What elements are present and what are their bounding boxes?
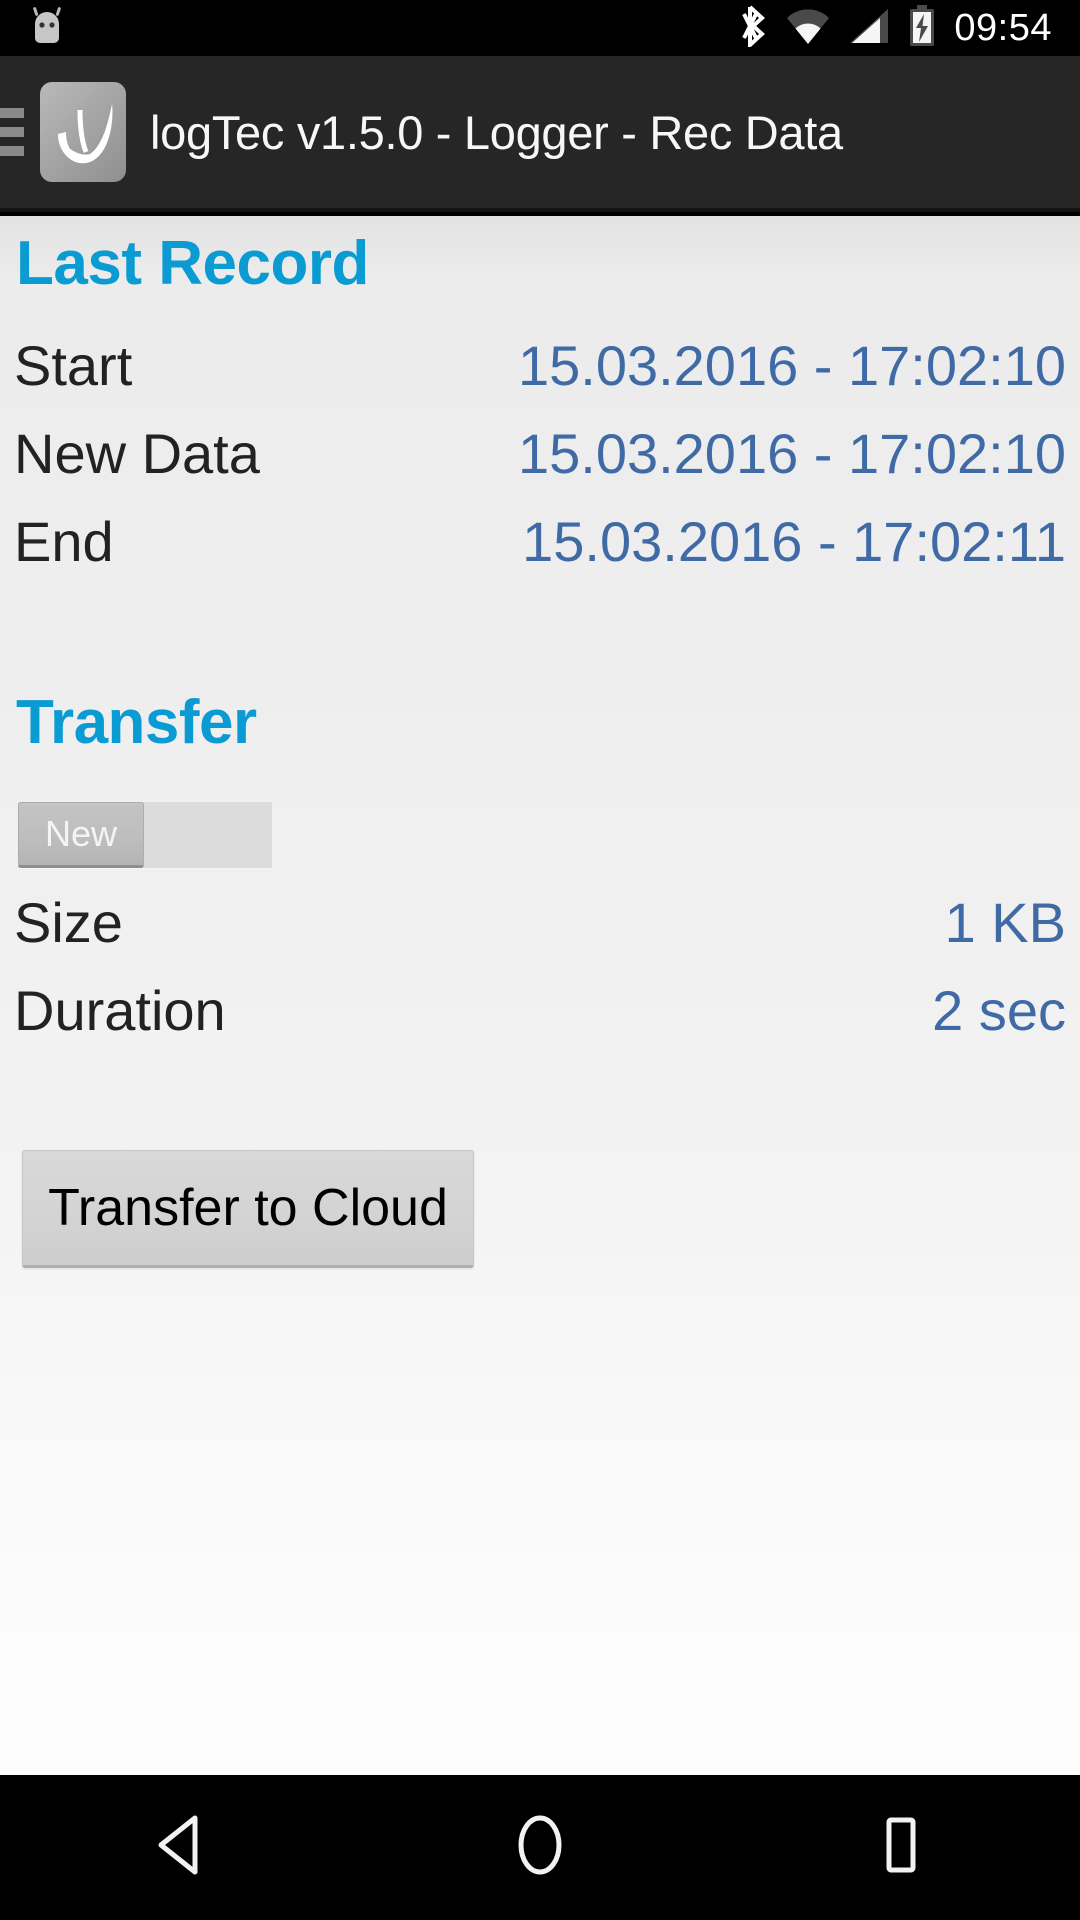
row-value-start: 15.03.2016 - 17:02:10 — [517, 334, 1066, 397]
action-bar: logTec v1.5.0 - Logger - Rec Data — [0, 56, 1080, 212]
cellular-signal-icon — [848, 7, 890, 50]
row-label-start: Start — [14, 334, 133, 397]
table-row: New Data 15.03.2016 - 17:02:10 — [0, 421, 1080, 509]
row-value-end: 15.03.2016 - 17:02:11 — [522, 510, 1066, 573]
phone-screen: 09:54 logTec v1.5.0 - Logger - Rec Data … — [0, 0, 1080, 1920]
row-value-size: 1 KB — [944, 891, 1066, 954]
page-title: logTec v1.5.0 - Logger - Rec Data — [150, 105, 843, 159]
hamburger-menu-icon[interactable] — [0, 102, 24, 162]
android-robot-icon — [28, 6, 66, 51]
toggle-option-new[interactable]: New — [18, 802, 144, 868]
row-label-duration: Duration — [14, 979, 226, 1042]
transfer-to-cloud-button[interactable]: Transfer to Cloud — [22, 1150, 474, 1268]
nav-back-button[interactable] — [80, 1775, 280, 1920]
wifi-icon — [786, 7, 830, 50]
status-bar: 09:54 — [0, 0, 1080, 56]
nav-home-button[interactable] — [440, 1775, 640, 1920]
logtec-app-icon[interactable] — [40, 82, 126, 182]
back-triangle-icon — [151, 1814, 209, 1881]
table-row: Size 1 KB — [0, 890, 1080, 978]
row-value-duration: 2 sec — [932, 979, 1066, 1042]
status-bar-clock: 09:54 — [954, 6, 1052, 49]
status-bar-notifications — [0, 6, 120, 51]
table-row: Duration 2 sec — [0, 978, 1080, 1066]
bluetooth-icon — [742, 5, 768, 52]
home-circle-icon — [511, 1814, 569, 1881]
status-bar-icons: 09:54 — [742, 4, 1080, 52]
battery-charging-icon — [908, 4, 936, 52]
table-row: Start 15.03.2016 - 17:02:10 — [0, 333, 1080, 421]
row-value-new-data: 15.03.2016 - 17:02:10 — [517, 422, 1066, 485]
recents-square-icon — [871, 1814, 929, 1881]
section-title-last-record: Last Record — [16, 229, 369, 298]
system-navigation-bar — [0, 1775, 1080, 1920]
transfer-mode-toggle-group[interactable]: New — [18, 802, 272, 868]
row-label-new-data: New Data — [14, 422, 260, 485]
main-content: Last Record Start 15.03.2016 - 17:02:10 … — [0, 216, 1080, 1775]
section-title-transfer: Transfer — [16, 688, 257, 757]
nav-recents-button[interactable] — [800, 1775, 1000, 1920]
row-label-size: Size — [14, 891, 123, 954]
row-label-end: End — [14, 510, 114, 573]
table-row: End 15.03.2016 - 17:02:11 — [0, 509, 1080, 597]
